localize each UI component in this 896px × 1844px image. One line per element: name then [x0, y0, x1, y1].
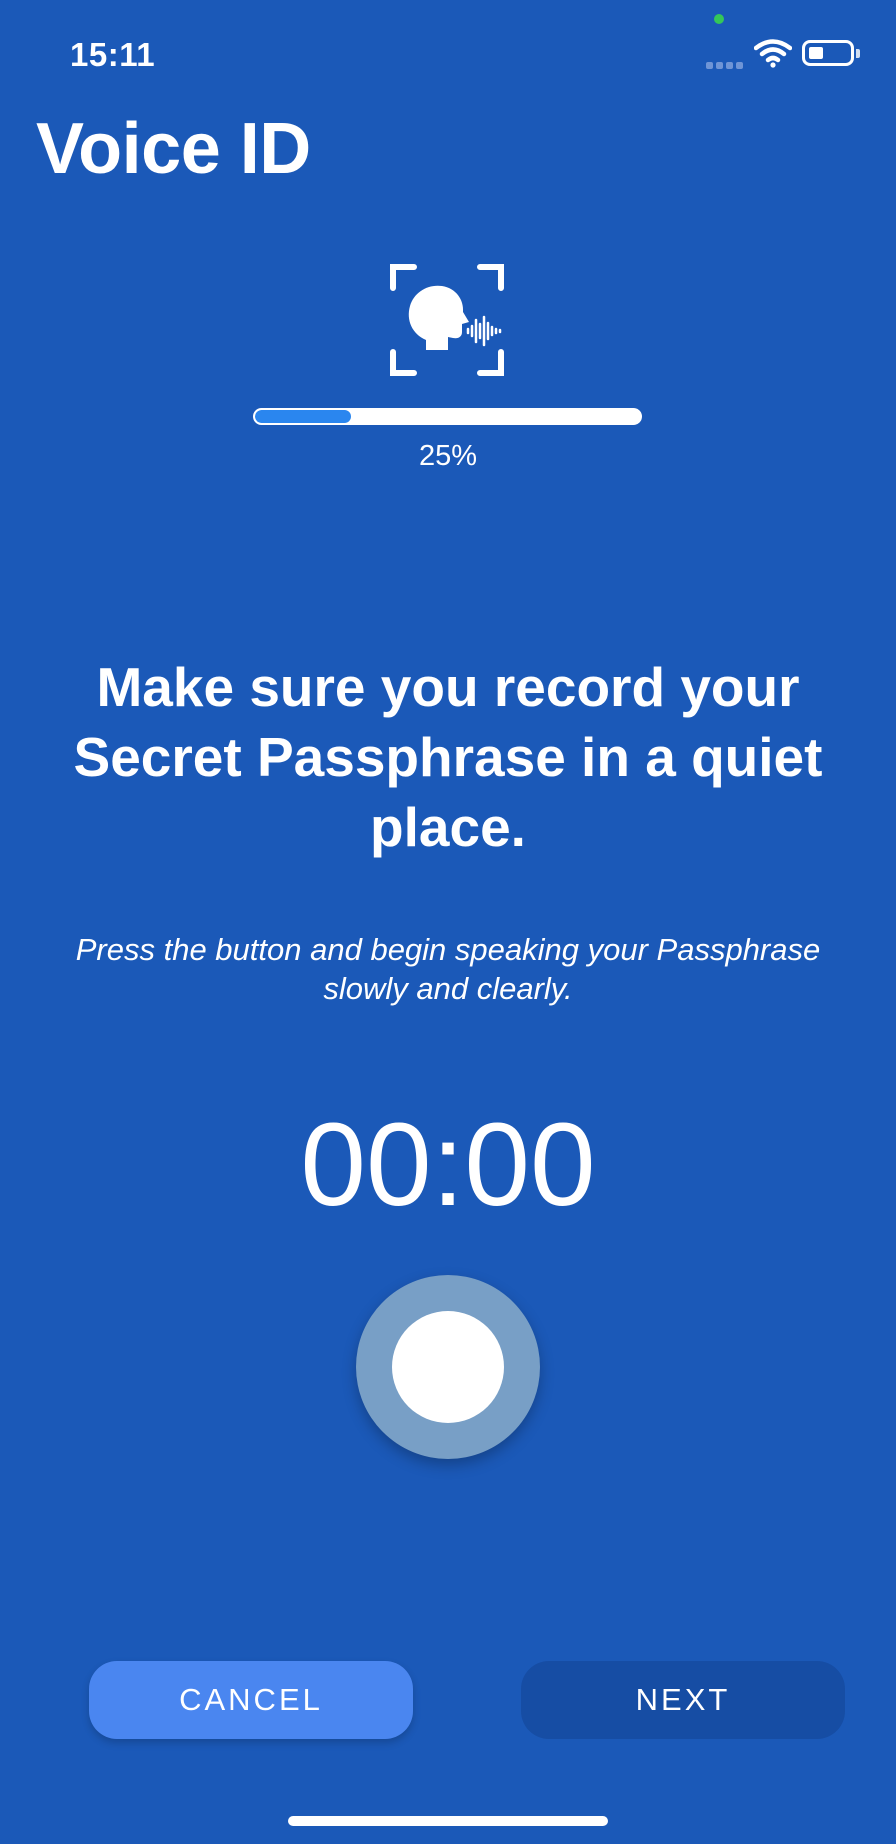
enrollment-progress-bar: [253, 408, 642, 425]
wifi-icon: [754, 39, 792, 68]
battery-icon: [802, 40, 854, 66]
headline: Make sure you record your Secret Passphr…: [73, 656, 823, 858]
record-icon: [392, 1311, 504, 1423]
voice-scan-icon: [390, 264, 504, 376]
record-button[interactable]: [356, 1275, 540, 1459]
battery-level: [809, 47, 823, 59]
progress-percentage: 25%: [418, 440, 478, 472]
camera-indicator-dot: [714, 14, 724, 24]
home-indicator[interactable]: [288, 1816, 608, 1826]
status-time: 15:11: [70, 36, 156, 73]
next-button[interactable]: NEXT: [521, 1661, 845, 1739]
progress-fill: [255, 410, 352, 423]
status-bar: 15:11: [0, 0, 896, 100]
cellular-signal-icon: [706, 56, 746, 74]
battery-cap: [856, 49, 860, 58]
cancel-button[interactable]: CANCEL: [89, 1661, 413, 1739]
recording-timer: 00:00: [300, 1099, 596, 1231]
instruction-text: Press the button and begin speaking your…: [75, 932, 821, 1006]
page-title: Voice ID: [36, 109, 311, 189]
